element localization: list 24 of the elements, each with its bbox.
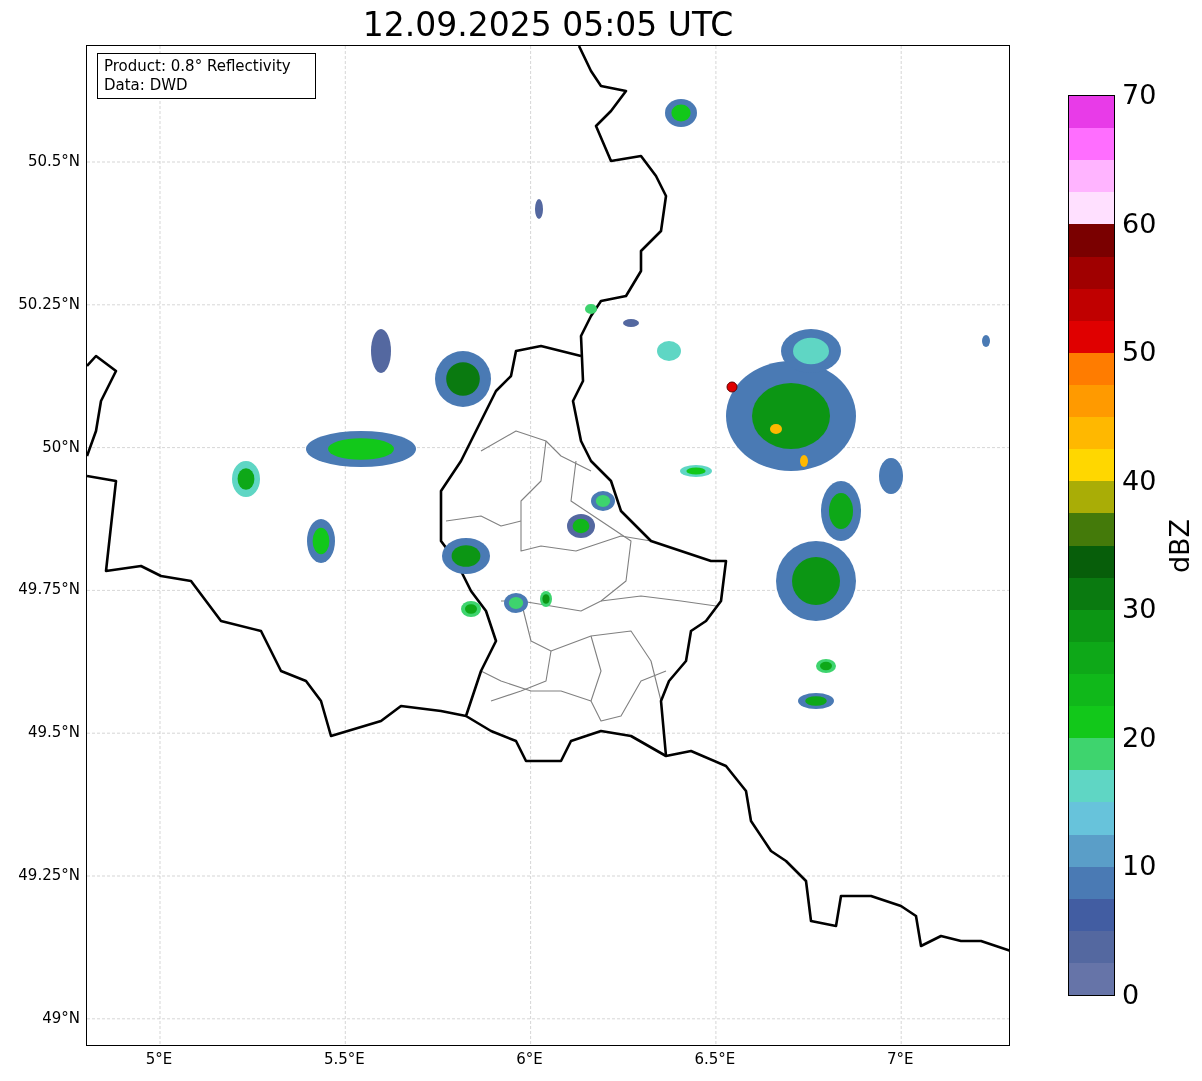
axis-tick-label: 50°N — [41, 437, 80, 456]
axis-tick-label: 49°N — [41, 1008, 80, 1027]
axis-tick-label: 50.25°N — [17, 294, 80, 313]
axis-tick-label: 49.75°N — [17, 580, 80, 599]
colorbar-tick-label: 0 — [1122, 979, 1140, 1011]
axis-tick-label: 49.5°N — [26, 723, 80, 742]
axis-tick-label: 5°E — [144, 1050, 174, 1068]
colorbar-tick-label: 30 — [1122, 593, 1157, 626]
axis-tick-label: 6.5°E — [693, 1050, 737, 1068]
info-text: Data: DWD — [104, 76, 189, 95]
colorbar-tick-label: 60 — [1122, 207, 1157, 240]
colorbar-label: dBZ — [1164, 517, 1196, 576]
axis-tick-label: 50.5°N — [26, 152, 80, 170]
colorbar-tick-label: 40 — [1122, 464, 1157, 497]
chart-title: 12.09.2025 05:05 UTC — [361, 4, 735, 46]
colorbar-tick-label: 50 — [1122, 336, 1157, 369]
axis-tick-label: 49.25°N — [17, 866, 80, 884]
colorbar-tick-label: 20 — [1122, 721, 1157, 754]
colorbar-tick-label: 10 — [1122, 850, 1157, 883]
axis-tick-label: 7°E — [885, 1050, 915, 1068]
colorbar-tick-label: 70 — [1122, 79, 1157, 111]
info-text: Product: 0.8° Reflectivity — [104, 57, 292, 76]
axis-tick-label: 5.5°E — [322, 1050, 366, 1068]
axis-tick-label: 6°E — [515, 1050, 544, 1068]
